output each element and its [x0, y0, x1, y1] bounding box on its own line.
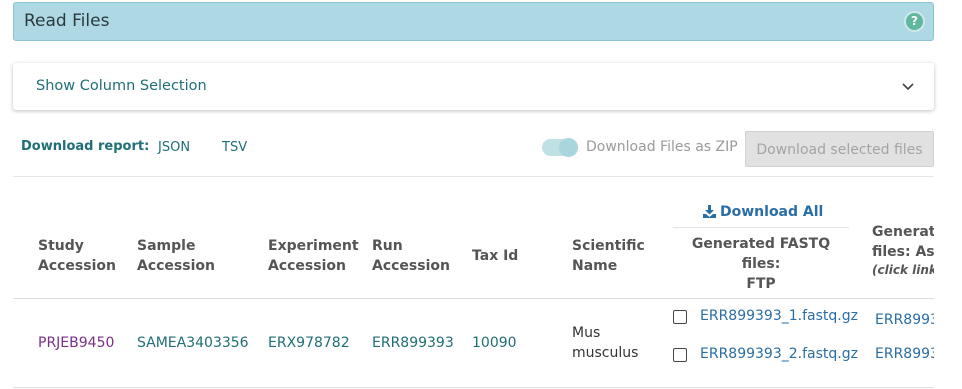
header-text: files: Asp	[872, 244, 934, 260]
header-text: Name	[572, 258, 618, 274]
header-text: Run	[372, 238, 403, 254]
ftp-file-link[interactable]: ERR899393_2.fastq.gz	[700, 346, 858, 362]
zip-toggle-label: Download Files as ZIP	[586, 139, 738, 155]
study-accession-link[interactable]: PRJEB9450	[38, 335, 114, 351]
zip-toggle-knob[interactable]	[559, 138, 578, 157]
zip-toggle[interactable]	[542, 138, 578, 157]
header-experiment-accession[interactable]: Experiment Accession	[268, 236, 359, 276]
aspera-file-link[interactable]: ERR8993	[875, 312, 934, 328]
header-fastq-aspera[interactable]: Generate files: Asp	[872, 222, 934, 262]
chevron-down-icon[interactable]	[902, 79, 914, 95]
header-text: Sample	[137, 238, 196, 254]
download-icon	[703, 205, 716, 218]
aspera-note: (click link i	[872, 263, 934, 277]
sample-accession-link[interactable]: SAMEA3403356	[137, 335, 249, 351]
header-text: Accession	[38, 258, 116, 274]
header-run-accession[interactable]: Run Accession	[372, 236, 450, 276]
header-text: Study	[38, 238, 84, 254]
read-files-header: Read Files ?	[13, 2, 934, 41]
header-sample-accession[interactable]: Sample Accession	[137, 236, 215, 276]
aspera-file-link[interactable]: ERR8993	[875, 346, 934, 362]
header-text: Accession	[268, 258, 346, 274]
file-checkbox[interactable]	[673, 348, 687, 362]
header-text: Experiment	[268, 238, 359, 254]
header-text: Scientific	[572, 238, 645, 254]
download-all-link[interactable]: Download All	[703, 204, 823, 220]
run-accession-link[interactable]: ERR899393	[372, 335, 454, 351]
header-study-accession[interactable]: Study Accession	[38, 236, 116, 276]
header-fastq-ftp[interactable]: Generated FASTQ files: FTP	[673, 234, 849, 294]
header-text: FTP	[746, 276, 776, 292]
header-text: Generated FASTQ files:	[691, 236, 831, 272]
download-selected-files-button[interactable]: Download selected files	[745, 131, 934, 167]
download-json-link[interactable]: JSON	[158, 140, 190, 155]
header-tax-id[interactable]: Tax Id	[472, 246, 518, 266]
header-scientific-name[interactable]: Scientific Name	[572, 236, 645, 276]
column-selection-toggle[interactable]: Show Column Selection	[13, 63, 934, 110]
read-files-table: Study Accession Sample Accession Experim…	[13, 176, 934, 389]
ftp-file-link[interactable]: ERR899393_1.fastq.gz	[700, 308, 858, 324]
download-tsv-link[interactable]: TSV	[222, 140, 247, 155]
page-title: Read Files	[24, 11, 110, 31]
header-row-divider	[13, 298, 934, 299]
download-report-label: Download report:	[21, 139, 150, 154]
header-text: Accession	[137, 258, 215, 274]
experiment-accession-link[interactable]: ERX978782	[268, 335, 350, 351]
scientific-name-text: musculus	[572, 345, 639, 361]
header-text: Accession	[372, 258, 450, 274]
scientific-name-text: Mus	[572, 325, 601, 341]
help-icon[interactable]: ?	[906, 13, 923, 30]
download-all-label: Download All	[720, 204, 824, 220]
tax-id-link[interactable]: 10090	[472, 335, 517, 351]
scientific-name: Mus musculus	[572, 323, 638, 363]
file-checkbox[interactable]	[673, 310, 687, 324]
header-divider	[673, 227, 849, 228]
column-selection-label[interactable]: Show Column Selection	[36, 78, 207, 94]
header-text: Generate	[872, 224, 934, 240]
